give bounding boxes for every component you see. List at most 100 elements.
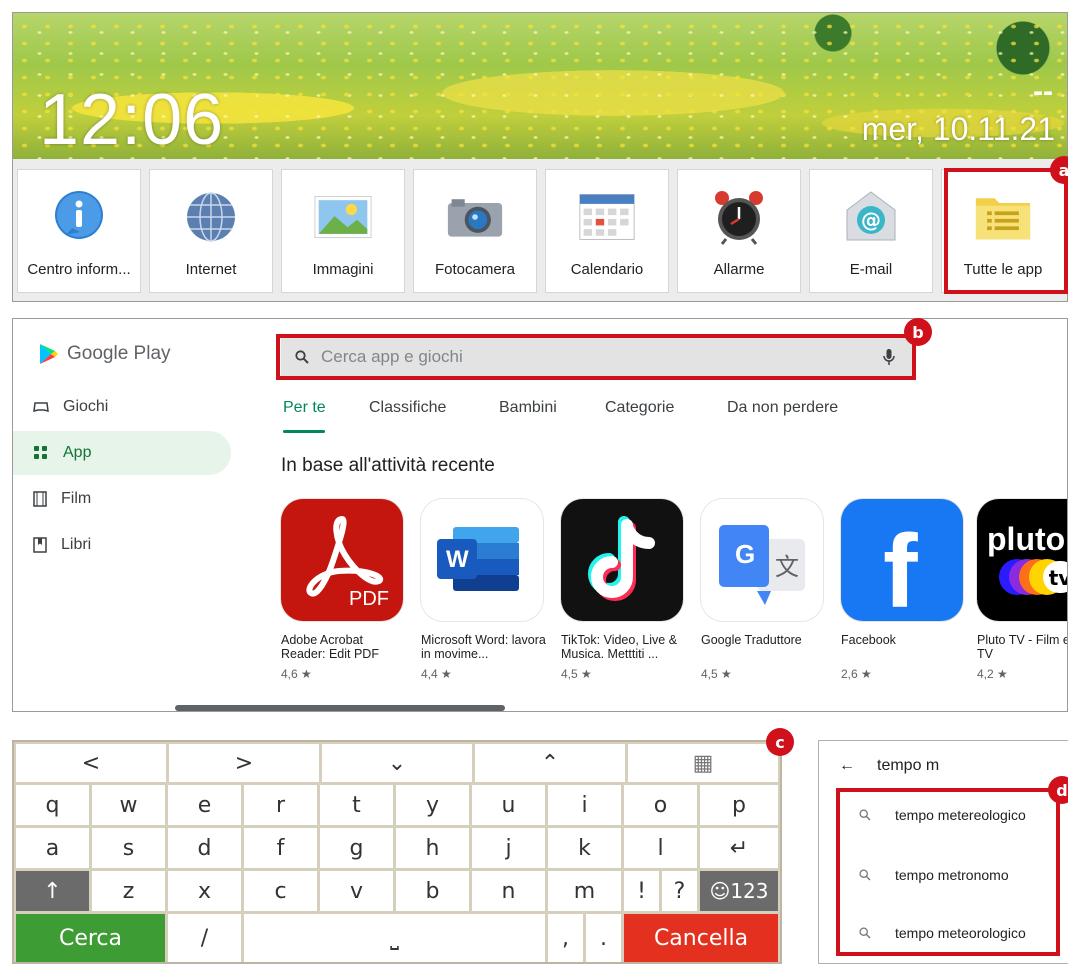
tile-label: Calendario [570, 261, 644, 278]
tile-centro-informazioni[interactable]: Centro inform... [17, 169, 141, 293]
tab-per-te[interactable]: Per te [283, 399, 326, 417]
key-slash[interactable]: / [168, 914, 241, 962]
tile-email[interactable]: @ E-mail [809, 169, 933, 293]
marker-b: b [904, 318, 932, 346]
highlight-b [276, 334, 916, 380]
sidebar-item-app[interactable]: App [13, 431, 231, 475]
tile-label: Fotocamera [434, 261, 516, 278]
key-l[interactable]: l [624, 828, 697, 868]
key-t[interactable]: t [320, 785, 393, 825]
app-name: Google Traduttore [701, 633, 802, 647]
key-x[interactable]: x [168, 871, 241, 911]
sidebar-item-giochi[interactable]: Giochi [13, 385, 231, 429]
sidebar-item-film[interactable]: Film [13, 477, 231, 521]
search-query-text[interactable]: tempo m [877, 757, 939, 775]
back-arrow-icon[interactable]: ← [839, 757, 855, 775]
key-space[interactable]: ⎵ [244, 914, 545, 962]
key-enter[interactable]: ↵ [700, 828, 778, 868]
key-h[interactable]: h [396, 828, 469, 868]
clock-date: mer, 10.11.21 [861, 111, 1055, 147]
app-card-microsoft-word[interactable]: W Microsoft Word: lavora in movime... 4,… [421, 499, 547, 681]
camera-icon [446, 188, 504, 246]
app-rating: 4,2 ★ [977, 667, 1008, 681]
key-shift[interactable]: ↑ [16, 871, 89, 911]
key-z[interactable]: z [92, 871, 165, 911]
sidebar-item-libri[interactable]: Libri [13, 523, 231, 567]
highlight-a [944, 168, 1068, 294]
search-query-bar[interactable]: ← tempo m [839, 757, 939, 775]
svg-text:tv: tv [1049, 566, 1068, 590]
key-k[interactable]: k [548, 828, 621, 868]
marker-d: d [1048, 776, 1068, 804]
google-play-logo[interactable]: Google Play [39, 343, 171, 365]
tab-da-non-perdere[interactable]: Da non perdere [727, 399, 838, 417]
key-o[interactable]: o [624, 785, 697, 825]
key-j[interactable]: j [472, 828, 545, 868]
app-rating: 4,4 ★ [421, 667, 452, 681]
app-card-facebook[interactable]: f Facebook 2,6 ★ [841, 499, 967, 681]
key-u[interactable]: u [472, 785, 545, 825]
key-p[interactable]: p [700, 785, 778, 825]
key-s[interactable]: s [92, 828, 165, 868]
tile-fotocamera[interactable]: Fotocamera [413, 169, 537, 293]
app-name: Microsoft Word: lavora in movime... [421, 633, 546, 661]
app-card-adobe-acrobat[interactable]: PDF Adobe Acrobat Reader: Edit PDF 4,6 ★ [281, 499, 407, 681]
key-emoji-numbers[interactable]: ☺123 [700, 871, 778, 911]
key-i[interactable]: i [548, 785, 621, 825]
app-card-tiktok[interactable]: ♪ TikTok: Video, Live & Musica. Metttiti… [561, 499, 687, 681]
app-name: Pluto TV - Film e Serie TV [977, 633, 1067, 661]
active-tab-indicator [283, 430, 325, 433]
app-icon-text: G [735, 539, 756, 569]
tiktok-icon: ♪ [561, 499, 683, 621]
app-rating: 4,5 ★ [701, 667, 732, 681]
gamepad-icon [33, 402, 49, 412]
key-cursor-up[interactable]: ⌃ [475, 744, 625, 782]
key-cursor-down[interactable]: ⌄ [322, 744, 472, 782]
tab-bambini[interactable]: Bambini [499, 399, 557, 417]
tile-allarme[interactable]: Allarme [677, 169, 801, 293]
key-y[interactable]: y [396, 785, 469, 825]
key-c[interactable]: c [244, 871, 317, 911]
app-card-google-traduttore[interactable]: 文 G Google Traduttore 4,5 ★ [701, 499, 827, 681]
key-exclamation[interactable]: ! [624, 871, 659, 911]
book-icon [33, 537, 47, 553]
key-cancella[interactable]: Cancella [624, 914, 778, 962]
film-icon [33, 491, 47, 507]
key-cerca[interactable]: Cerca [16, 914, 165, 962]
tab-classifiche[interactable]: Classifiche [369, 399, 446, 417]
key-f[interactable]: f [244, 828, 317, 868]
alarm-clock-icon [710, 188, 768, 246]
tab-categorie[interactable]: Categorie [605, 399, 674, 417]
horizontal-scrollbar[interactable] [175, 705, 505, 711]
key-comma[interactable]: , [548, 914, 583, 962]
key-cursor-left[interactable]: < [16, 744, 166, 782]
key-q[interactable]: q [16, 785, 89, 825]
tile-label: Immagini [312, 261, 374, 278]
key-n[interactable]: n [472, 871, 545, 911]
tile-label: Internet [185, 261, 237, 278]
key-g[interactable]: g [320, 828, 393, 868]
globe-icon [182, 188, 240, 246]
adobe-acrobat-icon: PDF [281, 499, 403, 621]
key-d[interactable]: d [168, 828, 241, 868]
tile-calendario[interactable]: Calendario [545, 169, 669, 293]
key-r[interactable]: r [244, 785, 317, 825]
info-icon [50, 188, 108, 246]
marker-c: c [766, 728, 794, 756]
key-b[interactable]: b [396, 871, 469, 911]
tile-label: Allarme [713, 261, 765, 278]
key-hide-keyboard[interactable]: ▦ [628, 744, 778, 782]
tile-immagini[interactable]: Immagini [281, 169, 405, 293]
key-period[interactable]: . [586, 914, 621, 962]
key-a[interactable]: a [16, 828, 89, 868]
key-w[interactable]: w [92, 785, 165, 825]
google-translate-icon: 文 G [701, 499, 823, 621]
app-icon-text: PDF [349, 588, 389, 610]
app-card-pluto-tv[interactable]: pluto tv Pluto TV - Film e Serie TV 4,2 … [977, 499, 1068, 681]
key-question[interactable]: ? [662, 871, 697, 911]
key-v[interactable]: v [320, 871, 393, 911]
key-cursor-right[interactable]: > [169, 744, 319, 782]
key-e[interactable]: e [168, 785, 241, 825]
tile-internet[interactable]: Internet [149, 169, 273, 293]
key-m[interactable]: m [548, 871, 621, 911]
